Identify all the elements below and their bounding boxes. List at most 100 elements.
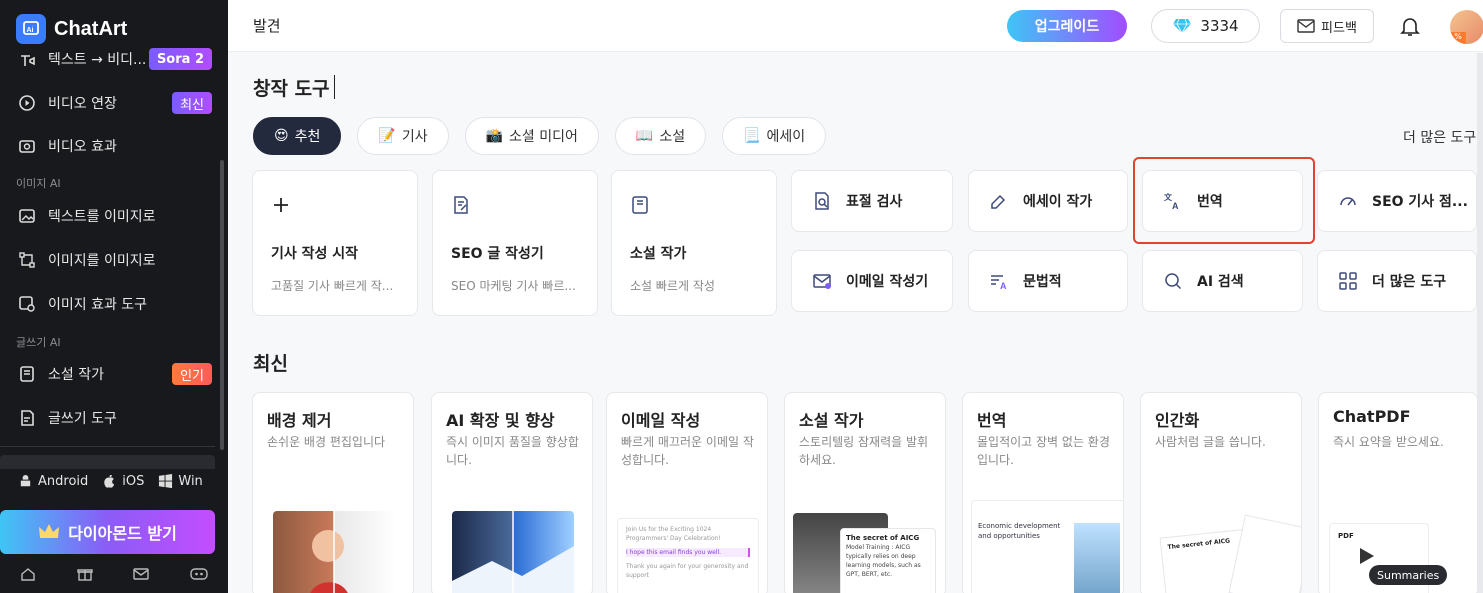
camera-icon: 📸 <box>485 128 504 144</box>
tab-novel[interactable]: 📖 소설 <box>614 117 707 155</box>
gauge-icon <box>1340 197 1356 206</box>
mail-icon <box>1297 19 1315 33</box>
tool-label: 이메일 작성기 <box>846 274 929 290</box>
recent-card-ai-upscale[interactable]: AI 확장 및 향상 즉시 이미지 품질을 향상합니다. <box>431 392 593 593</box>
sidebar-item-label: 텍스트 → 비디... <box>48 52 147 68</box>
recent-card-background-remove[interactable]: 배경 제거 손쉬운 배경 편집입니다 <box>252 392 414 593</box>
sidebar-item-image-to-image[interactable]: 이미지를 이미지로 <box>0 242 220 278</box>
card-desc: 사람처럼 글을 씁니다. <box>1155 435 1266 449</box>
avatar[interactable]: % <box>1450 10 1483 44</box>
sidebar-item-novel-writer[interactable]: 소설 작가 인기 <box>0 356 220 392</box>
text-video-icon <box>16 48 38 70</box>
tab-label: 소설 <box>659 129 686 145</box>
sidebar-item-label: 이미지를 이미지로 <box>48 253 156 269</box>
logo[interactable]: Ai ChatArt <box>16 14 127 44</box>
mail-icon[interactable] <box>133 566 149 586</box>
main-scrollbar[interactable] <box>1477 53 1483 593</box>
tool-more-tools[interactable]: 더 많은 도구 <box>1317 250 1477 312</box>
play-circle-icon <box>16 92 38 114</box>
page-title: 발견 <box>253 17 281 35</box>
doc-edit-icon <box>454 196 468 214</box>
ios-label: iOS <box>122 474 145 489</box>
grid-icon <box>1339 272 1357 290</box>
windows-link[interactable]: Win <box>158 474 203 489</box>
tool-essay-writer[interactable]: 에세이 작가 <box>968 170 1128 232</box>
recent-card-translate[interactable]: 번역 몰입적이고 장벽 없는 환경입니다. Economic developme… <box>962 392 1124 593</box>
get-diamonds-label: 다이아몬드 받기 <box>68 524 177 543</box>
sidebar-item-text-to-image[interactable]: 텍스트를 이미지로 <box>0 198 220 234</box>
tool-novel-writer[interactable]: 소설 작가 소설 빠르게 작성 <box>611 170 777 316</box>
main-content: 창작 도구 😍 추천 📝 기사 📸 소셜 미디어 📖 소설 📃 에세이 더 많은 도구 기… <box>228 53 1483 593</box>
email-preview-line: Join Us for the Exciting 1024 Programmer… <box>626 526 721 542</box>
sidebar-item-text-to-video[interactable]: 텍스트 → 비디... Sora 2 <box>0 44 220 74</box>
tool-email-writer[interactable]: 이메일 작성기 <box>791 250 953 312</box>
card-title: 이메일 작성 <box>621 411 701 430</box>
tab-social-media[interactable]: 📸 소셜 미디어 <box>464 117 599 155</box>
translate-preview-image: Economic development and opportunities <box>971 500 1123 593</box>
tab-recommended[interactable]: 😍 추천 <box>253 117 342 155</box>
recent-card-humanize[interactable]: 인간화 사람처럼 글을 씁니다. The secret of AICG <box>1140 392 1302 593</box>
tool-title: 소설 작가 <box>630 246 687 262</box>
home-icon[interactable] <box>20 566 36 586</box>
bell-icon[interactable] <box>1398 14 1422 38</box>
tool-desc: SEO 마케팅 기사 빠르... <box>451 279 576 293</box>
sidebar-scrollbar[interactable] <box>220 160 224 450</box>
tab-label: 추천 <box>294 129 321 145</box>
discord-icon[interactable] <box>190 566 208 586</box>
recent-title: 최신 <box>253 353 288 375</box>
tool-grammar[interactable]: A 문법적 <box>968 250 1128 312</box>
android-link[interactable]: Android <box>18 474 88 489</box>
android-icon <box>20 474 31 487</box>
email-preview-image: Join Us for the Exciting 1024 Programmer… <box>617 518 759 593</box>
page-icon: 📃 <box>743 128 761 144</box>
credits-count: 3334 <box>1200 17 1239 35</box>
recent-card-email-writing[interactable]: 이메일 작성 빠르게 매끄러운 이메일 작성합니다. Join Us for t… <box>606 392 768 593</box>
tab-label: 에세이 <box>766 129 806 145</box>
windows-label: Win <box>178 474 203 489</box>
recent-card-novel-writer[interactable]: 소설 작가 스토리텔링 잠재력을 발휘하세요. The secret of AI… <box>784 392 946 593</box>
video-effect-icon <box>16 135 38 157</box>
recent-card-chatpdf[interactable]: ChatPDF 즉시 요약을 받으세요. PDF Summaries <box>1318 392 1478 593</box>
sidebar-item-video-extend[interactable]: 비디오 연장 최신 <box>0 85 220 121</box>
discount-tag-icon: % <box>1450 32 1466 44</box>
tool-plagiarism-check[interactable]: 표절 검사 <box>791 170 953 232</box>
email-preview-line: Thank you again for your generosity and … <box>626 563 749 579</box>
category-tabs: 😍 추천 📝 기사 📸 소셜 미디어 📖 소설 📃 에세이 <box>253 117 827 155</box>
translate-preview-title: Economic development and opportunities <box>978 522 1061 540</box>
feedback-button[interactable]: 피드백 <box>1280 9 1374 43</box>
tool-title: 기사 작성 시작 <box>271 246 359 262</box>
sidebar-item-label: 비디오 연장 <box>48 96 117 112</box>
get-diamonds-button[interactable]: 다이아몬드 받기 <box>0 510 215 554</box>
humanize-preview-card-2 <box>1228 514 1301 593</box>
tool-desc: 소설 빠르게 작성 <box>630 279 715 293</box>
diamond-icon <box>1173 18 1192 34</box>
book-icon: 📖 <box>635 128 654 144</box>
more-tools-link[interactable]: 더 많은 도구 <box>1403 127 1476 147</box>
tab-article[interactable]: 📝 기사 <box>357 117 449 155</box>
ios-link[interactable]: iOS <box>102 474 144 489</box>
gift-icon[interactable] <box>77 566 93 586</box>
upgrade-button[interactable]: 업그레이드 <box>1007 10 1127 42</box>
chatart-logo-icon: Ai <box>16 14 46 44</box>
platform-links: Android iOS Win <box>18 474 203 489</box>
credits-button[interactable]: 3334 <box>1151 9 1260 43</box>
tool-ai-search[interactable]: AI 검색 <box>1142 250 1303 312</box>
tool-title: SEO 글 작성기 <box>451 246 544 262</box>
plus-icon <box>274 198 288 212</box>
sidebar-item-video-effects[interactable]: 비디오 효과 <box>0 128 220 164</box>
tool-label: AI 검색 <box>1197 274 1244 290</box>
tab-essay[interactable]: 📃 에세이 <box>722 117 827 155</box>
pdf-label: PDF <box>1338 532 1354 540</box>
sidebar-item-image-effects[interactable]: 이미지 효과 도구 <box>0 286 220 322</box>
tool-seo-checker[interactable]: SEO 기사 점... <box>1317 170 1477 232</box>
card-desc: 손쉬운 배경 편집입니다 <box>267 435 386 449</box>
svg-text:Ai: Ai <box>27 27 34 34</box>
tool-seo-writer[interactable]: SEO 글 작성기 SEO 마케팅 기사 빠르... <box>432 170 598 316</box>
sora-badge: Sora 2 <box>148 48 212 70</box>
tab-label: 소셜 미디어 <box>509 129 578 145</box>
sidebar-item-writing-tools[interactable]: 글쓰기 도구 <box>0 400 220 436</box>
tool-start-article[interactable]: 기사 작성 시작 고품질 기사 빠르게 작... <box>252 170 418 316</box>
card-title: AI 확장 및 향상 <box>446 411 555 430</box>
tool-desc: 고품질 기사 빠르게 작... <box>271 279 394 293</box>
mail-icon <box>813 274 831 289</box>
